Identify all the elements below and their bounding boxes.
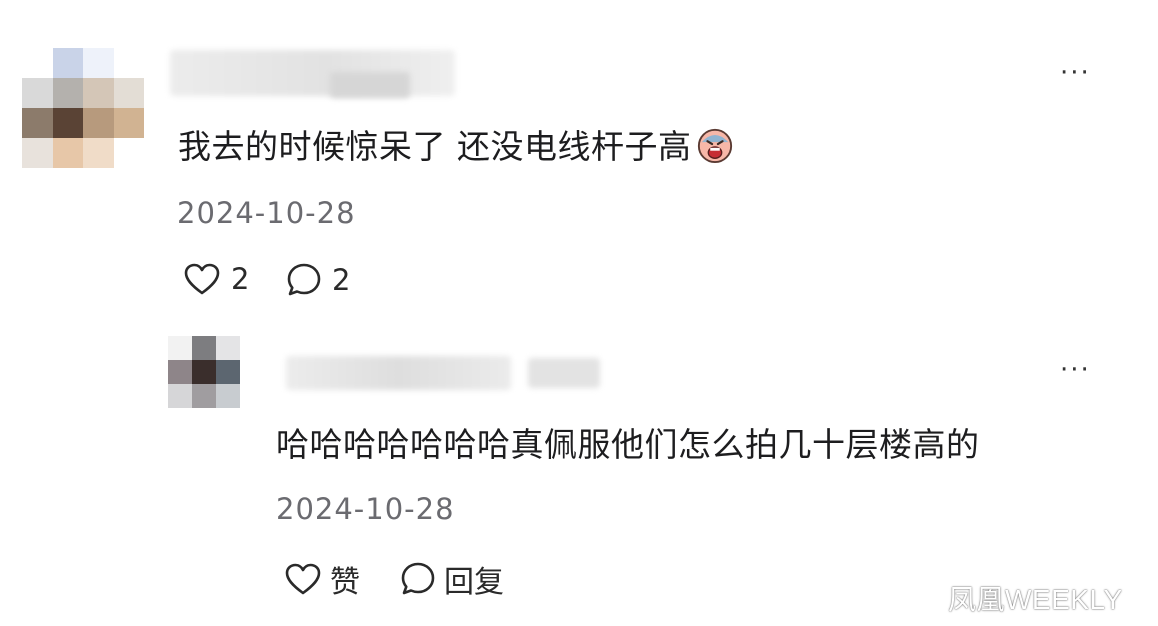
like-button[interactable]: 赞 — [284, 557, 360, 601]
more-options-button[interactable]: ··· — [1060, 355, 1091, 385]
reply-count: 2 — [332, 263, 351, 297]
watermark: 凤凰WEEKLY — [948, 584, 1123, 615]
more-options-button[interactable]: ··· — [1060, 58, 1091, 88]
username-blur-detail — [528, 358, 600, 388]
username-blur-detail — [330, 72, 410, 98]
comment-bubble-icon — [287, 263, 321, 296]
comment-text-row: 我去的时候惊呆了 还没电线杆子高 — [178, 120, 734, 168]
avatar[interactable] — [168, 336, 240, 408]
reply-text: 哈哈哈哈哈哈哈真佩服他们怎么拍几十层楼高的 — [276, 425, 980, 464]
like-button[interactable]: 2 — [183, 262, 249, 296]
username-blurred[interactable] — [286, 356, 511, 390]
avatar[interactable] — [22, 48, 144, 168]
reply-label: 回复 — [444, 565, 504, 600]
comment-text: 我去的时候惊呆了 还没电线杆子高 — [178, 127, 692, 166]
reply-date: 2024-10-28 — [276, 492, 455, 526]
crying-face-icon — [697, 128, 732, 163]
username-blurred[interactable] — [170, 50, 455, 96]
like-label: 赞 — [330, 565, 360, 600]
like-count: 2 — [231, 262, 250, 296]
comment-date: 2024-10-28 — [177, 196, 356, 230]
heart-icon — [285, 563, 321, 595]
reply-button[interactable]: 回复 — [400, 557, 504, 601]
reply-button[interactable]: 2 — [286, 262, 350, 298]
heart-icon — [184, 263, 220, 295]
comment-bubble-icon — [401, 562, 435, 595]
